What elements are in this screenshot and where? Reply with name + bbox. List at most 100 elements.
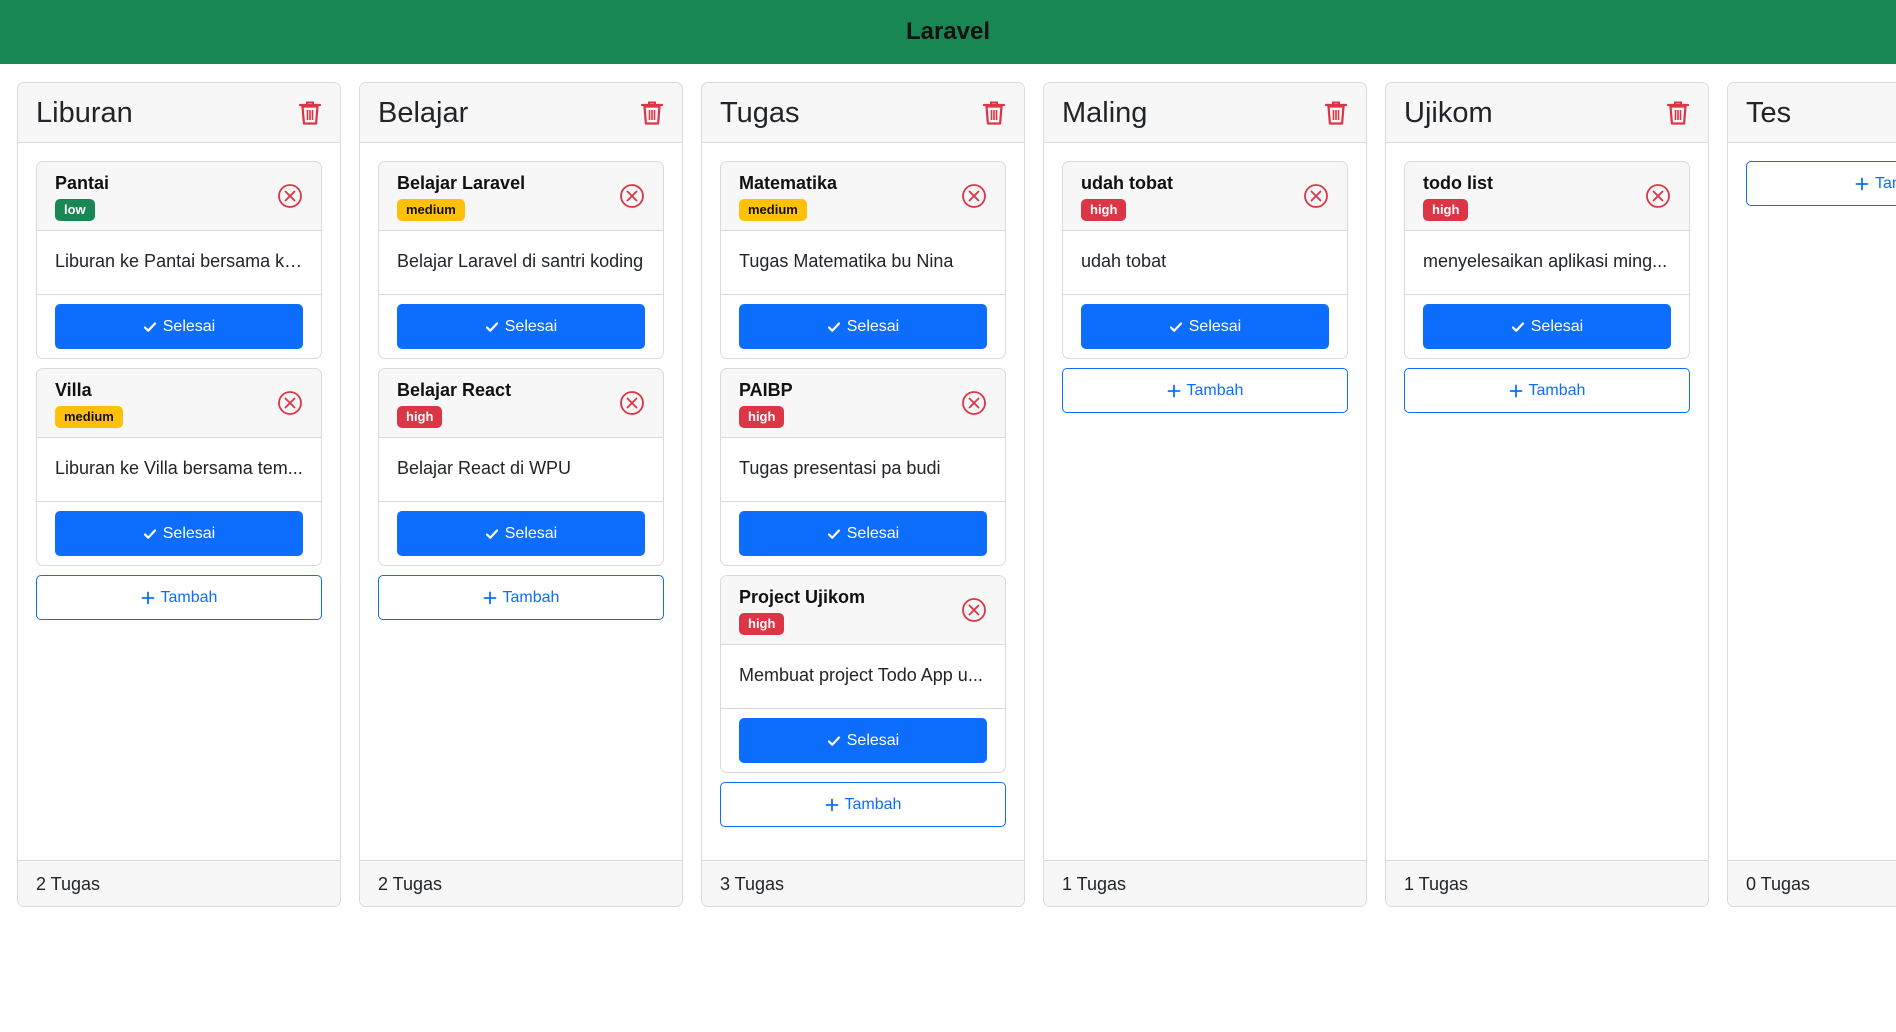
task-description: Belajar React di WPU: [397, 458, 572, 478]
selesai-button-label: Selesai: [1530, 317, 1584, 335]
task-card-body: Liburan ke Pantai bersama ke...: [37, 231, 321, 295]
kanban-board: Liburan Pantai low Liburan ke Pantai bersam…: [17, 82, 1896, 908]
column-title: Maling: [1062, 97, 1148, 129]
column-footer: 2 Tugas: [360, 860, 682, 906]
x-circle-icon[interactable]: [277, 390, 303, 416]
column-title: Tugas: [720, 97, 800, 129]
selesai-button[interactable]: Selesai: [1423, 304, 1671, 349]
priority-badge: medium: [739, 199, 807, 221]
selesai-button-label: Selesai: [1188, 317, 1242, 335]
selesai-button-label: Selesai: [846, 317, 900, 335]
selesai-button[interactable]: Selesai: [739, 304, 987, 349]
tambah-button-label: Tambah: [844, 795, 902, 813]
task-title: Belajar React: [397, 380, 512, 400]
navbar-brand[interactable]: Laravel: [906, 18, 990, 46]
plus-icon: [1167, 384, 1181, 398]
column-header: Belajar: [360, 83, 682, 143]
task-description: Liburan ke Pantai bersama ke...: [55, 251, 303, 271]
column-footer: 0 Tugas: [1728, 860, 1896, 906]
tambah-button[interactable]: Tambah: [1404, 368, 1690, 413]
plus-icon: [1855, 177, 1869, 191]
check-icon: [143, 320, 157, 334]
trash-icon[interactable]: [1324, 100, 1348, 126]
check-icon: [827, 320, 841, 334]
x-circle-icon[interactable]: [961, 390, 987, 416]
selesai-button-label: Selesai: [504, 524, 558, 542]
tambah-button-label: Tambah: [1186, 381, 1244, 399]
task-title: Villa: [55, 380, 92, 400]
column-tugas: Tugas Matematika medium Tugas Matematika bu…: [701, 82, 1025, 907]
task-card-header: todo list high: [1405, 162, 1689, 231]
column-header: Ujikom: [1386, 83, 1708, 143]
column-tes: Tes Tambah 0 Tugas: [1727, 82, 1896, 907]
task-card: PAIBP high Tugas presentasi pa budi Selesai: [720, 368, 1006, 566]
task-card-header: Villa medium: [37, 369, 321, 438]
task-title: Project Ujikom: [739, 587, 866, 607]
x-circle-icon[interactable]: [1645, 183, 1671, 209]
selesai-button[interactable]: Selesai: [55, 304, 303, 349]
task-description: Belajar Laravel di santri koding: [397, 251, 644, 271]
priority-badge: high: [397, 406, 443, 428]
trash-icon[interactable]: [982, 100, 1006, 126]
column-belajar: Belajar Belajar Laravel medium Belajar Lara…: [359, 82, 683, 907]
column-title: Liburan: [36, 97, 133, 129]
plus-icon: [825, 798, 839, 812]
task-card-body: Tugas Matematika bu Nina: [721, 231, 1005, 295]
selesai-button[interactable]: Selesai: [1081, 304, 1329, 349]
task-card-body: Tugas presentasi pa budi: [721, 438, 1005, 502]
column-footer: 2 Tugas: [18, 860, 340, 906]
check-icon: [485, 320, 499, 334]
selesai-button[interactable]: Selesai: [55, 511, 303, 556]
tambah-button[interactable]: Tambah: [1062, 368, 1348, 413]
x-circle-icon[interactable]: [1303, 183, 1329, 209]
priority-badge: high: [739, 406, 785, 428]
x-circle-icon[interactable]: [961, 183, 987, 209]
task-count: 1 Tugas: [1404, 874, 1469, 894]
check-icon: [1511, 320, 1525, 334]
tambah-button-label: Tambah: [160, 588, 218, 606]
task-card-header: Matematika medium: [721, 162, 1005, 231]
task-card: udah tobat high udah tobat Selesai: [1062, 161, 1348, 359]
task-title: Belajar Laravel: [397, 173, 526, 193]
selesai-button[interactable]: Selesai: [397, 511, 645, 556]
selesai-button[interactable]: Selesai: [397, 304, 645, 349]
task-title: Matematika: [739, 173, 838, 193]
trash-icon[interactable]: [640, 100, 664, 126]
task-count: 1 Tugas: [1062, 874, 1127, 894]
task-card-body: Liburan ke Villa bersama tem...: [37, 438, 321, 502]
priority-badge: high: [1423, 199, 1469, 221]
tambah-button[interactable]: Tambah: [378, 575, 664, 620]
selesai-button[interactable]: Selesai: [739, 718, 987, 763]
task-card: Villa medium Liburan ke Villa bersama tem.…: [36, 368, 322, 566]
task-card-body: Membuat project Todo App u...: [721, 645, 1005, 709]
tambah-button[interactable]: Tambah: [36, 575, 322, 620]
task-description: Liburan ke Villa bersama tem...: [55, 458, 303, 478]
column-maling: Maling udah tobat high udah tobat Selesai Tam…: [1043, 82, 1367, 907]
task-card-body: udah tobat: [1063, 231, 1347, 295]
column-header: Tes: [1728, 83, 1896, 143]
column-liburan: Liburan Pantai low Liburan ke Pantai bersam…: [17, 82, 341, 907]
tambah-button-label: Tambah: [1875, 174, 1896, 192]
tambah-button[interactable]: Tambah: [1746, 161, 1896, 206]
plus-icon: [483, 591, 497, 605]
task-description: Tugas presentasi pa budi: [739, 458, 941, 478]
x-circle-icon[interactable]: [619, 183, 645, 209]
check-icon: [1169, 320, 1183, 334]
priority-badge: medium: [397, 199, 465, 221]
task-card: Project Ujikom high Membuat project Todo A…: [720, 575, 1006, 773]
trash-icon[interactable]: [298, 100, 322, 126]
column-title: Ujikom: [1404, 97, 1493, 129]
tambah-button[interactable]: Tambah: [720, 782, 1006, 827]
x-circle-icon[interactable]: [619, 390, 645, 416]
task-card-body: Belajar Laravel di santri koding: [379, 231, 663, 295]
task-card-body: Belajar React di WPU: [379, 438, 663, 502]
task-count: 2 Tugas: [36, 874, 101, 894]
selesai-button[interactable]: Selesai: [739, 511, 987, 556]
tambah-button-label: Tambah: [502, 588, 560, 606]
x-circle-icon[interactable]: [277, 183, 303, 209]
task-title: todo list: [1423, 173, 1493, 193]
trash-icon[interactable]: [1666, 100, 1690, 126]
task-count: 2 Tugas: [378, 874, 443, 894]
plus-icon: [141, 591, 155, 605]
x-circle-icon[interactable]: [961, 597, 987, 623]
